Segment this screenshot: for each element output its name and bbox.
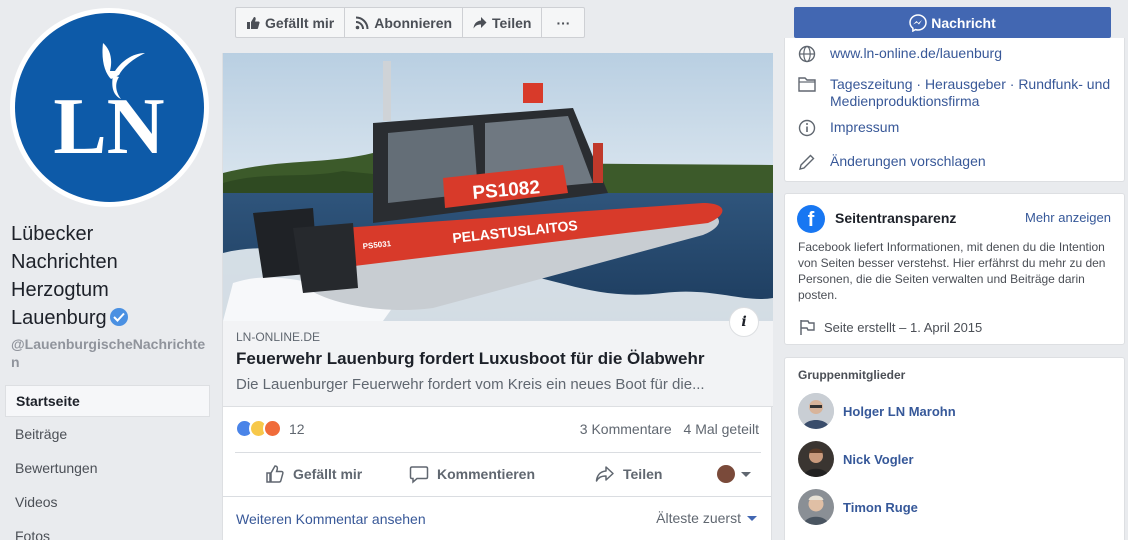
website-row: www.ln-online.de/lauenburg bbox=[797, 45, 1002, 63]
post-card: PELASTUSLAITOS PS5031 PS1082 LN-ONLINE.D… bbox=[222, 53, 773, 540]
member-item[interactable]: Nick Vogler bbox=[798, 441, 914, 477]
interact-as-selector[interactable] bbox=[717, 465, 751, 483]
comments-section: Weiteren Kommentar ansehen Älteste zuers… bbox=[223, 496, 771, 540]
members-title: Gruppenmitglieder bbox=[798, 368, 906, 382]
nav-item-videos[interactable]: Videos bbox=[5, 485, 210, 519]
angry-reaction-icon bbox=[263, 419, 282, 438]
post-like-label: Gefällt mir bbox=[293, 466, 363, 482]
chevron-down-icon bbox=[741, 471, 751, 477]
comment-sort-dropdown[interactable]: Älteste zuerst bbox=[656, 510, 757, 526]
page-created-text: Seite erstellt – 1. April 2015 bbox=[824, 319, 983, 335]
category-line: Medienproduktionsfirma bbox=[830, 93, 980, 109]
nav-item-startseite[interactable]: Startseite bbox=[5, 385, 210, 417]
avatar bbox=[798, 393, 834, 429]
share-arrow-icon bbox=[473, 16, 487, 28]
page-action-toolbar: Gefällt mir Abonnieren Teilen ··· bbox=[235, 7, 586, 38]
comment-sort-label: Älteste zuerst bbox=[656, 510, 741, 526]
page-transparency-card: f Seitentransparenz Mehr anzeigen Facebo… bbox=[784, 193, 1125, 345]
member-item[interactable]: Timon Ruge bbox=[798, 489, 918, 525]
about-card: www.ln-online.de/lauenburg Tageszeitung … bbox=[784, 38, 1125, 182]
member-name[interactable]: Holger LN Marohn bbox=[843, 404, 956, 419]
svg-text:LN: LN bbox=[53, 83, 164, 171]
messenger-icon bbox=[909, 13, 927, 32]
info-circle-icon bbox=[798, 119, 816, 137]
thumbs-up-icon bbox=[247, 16, 260, 29]
page-title: Lübecker Nachrichten Herzogtum Lauenburg bbox=[11, 220, 211, 332]
post-like-button[interactable]: Gefällt mir bbox=[265, 464, 362, 484]
link-description: Die Lauenburger Feuerwehr fordert vom Kr… bbox=[236, 376, 705, 393]
page-title-line: Herzogtum bbox=[11, 279, 109, 301]
chevron-down-icon bbox=[747, 515, 757, 521]
folder-icon bbox=[798, 77, 816, 92]
avatar bbox=[717, 465, 735, 483]
more-options-icon: ··· bbox=[556, 14, 571, 31]
category-line: Tageszeitung · Herausgeber · Rundfunk- u… bbox=[830, 76, 1111, 92]
suggest-edits-link[interactable]: Änderungen vorschlagen bbox=[830, 153, 986, 171]
nav-item-bewertungen[interactable]: Bewertungen bbox=[5, 451, 210, 485]
flag-icon bbox=[800, 320, 815, 335]
reaction-summary[interactable]: 12 bbox=[235, 419, 305, 438]
pencil-icon bbox=[799, 154, 815, 170]
post-share-button[interactable]: Teilen bbox=[595, 464, 662, 484]
share-outline-icon bbox=[595, 466, 614, 482]
transparency-description: Facebook liefert Informationen, mit dene… bbox=[798, 240, 1106, 302]
link-title[interactable]: Feuerwehr Lauenburg fordert Luxusboot fü… bbox=[236, 349, 704, 369]
share-page-label: Teilen bbox=[492, 14, 532, 31]
reaction-count: 12 bbox=[289, 420, 305, 437]
page-like-label: Gefällt mir bbox=[265, 14, 335, 31]
page-title-line: Nachrichten bbox=[11, 251, 118, 273]
member-name[interactable]: Nick Vogler bbox=[843, 452, 914, 467]
group-members-card: Gruppenmitglieder Holger LN Marohn Nick … bbox=[784, 357, 1125, 540]
facebook-logo-icon: f bbox=[797, 205, 825, 233]
member-item[interactable]: Holger LN Marohn bbox=[798, 393, 956, 429]
nav-item-fotos[interactable]: Fotos bbox=[5, 519, 210, 540]
category-links[interactable]: Tageszeitung · Herausgeber · Rundfunk- u… bbox=[830, 76, 1110, 110]
subscribe-label: Abonnieren bbox=[374, 14, 453, 31]
verified-badge-icon bbox=[109, 308, 128, 326]
post-link-image[interactable]: PELASTUSLAITOS PS5031 PS1082 bbox=[223, 53, 773, 321]
post-stats: 3 Kommentare 4 Mal geteilt bbox=[572, 421, 759, 437]
share-count-link[interactable]: 4 Mal geteilt bbox=[684, 421, 759, 437]
comment-label: Kommentieren bbox=[437, 466, 536, 482]
post-actions: Gefällt mir Kommentieren Teilen bbox=[235, 452, 761, 493]
thumbs-up-outline-icon bbox=[266, 465, 284, 483]
impressum-row: Impressum bbox=[797, 119, 899, 137]
avatar bbox=[798, 489, 834, 525]
ln-logo: LN bbox=[15, 13, 204, 202]
avatar bbox=[798, 441, 834, 477]
nav-item-beitraege[interactable]: Beiträge bbox=[5, 417, 210, 451]
member-name[interactable]: Timon Ruge bbox=[843, 500, 918, 515]
send-message-button[interactable]: Nachricht bbox=[794, 7, 1111, 38]
info-icon[interactable]: i bbox=[729, 307, 759, 337]
impressum-link[interactable]: Impressum bbox=[830, 119, 899, 137]
send-message-label: Nachricht bbox=[931, 14, 996, 31]
show-more-link[interactable]: Mehr anzeigen bbox=[1025, 210, 1111, 225]
post-share-label: Teilen bbox=[623, 466, 663, 482]
transparency-title: Seitentransparenz bbox=[835, 210, 957, 226]
link-domain: LN-ONLINE.DE bbox=[236, 330, 321, 344]
suggest-row: Änderungen vorschlagen bbox=[797, 153, 986, 171]
rss-icon bbox=[355, 16, 369, 29]
page-title-line: Lübecker bbox=[11, 223, 94, 245]
page-like-button[interactable]: Gefällt mir bbox=[236, 8, 346, 37]
page-created-row: Seite erstellt – 1. April 2015 bbox=[798, 318, 982, 336]
comment-button[interactable]: Kommentieren bbox=[409, 464, 535, 484]
rescue-boat-photo: PELASTUSLAITOS PS5031 PS1082 bbox=[223, 53, 773, 321]
comment-bubble-icon bbox=[409, 466, 429, 484]
category-row: Tageszeitung · Herausgeber · Rundfunk- u… bbox=[797, 76, 1110, 110]
left-column: LN Lübecker Nachrichten Herzogtum Lauenb… bbox=[0, 0, 216, 540]
subscribe-button[interactable]: Abonnieren bbox=[345, 8, 464, 37]
page-profile-picture[interactable]: LN bbox=[10, 8, 209, 207]
globe-icon bbox=[798, 45, 816, 63]
share-page-button[interactable]: Teilen bbox=[463, 8, 543, 37]
website-link[interactable]: www.ln-online.de/lauenburg bbox=[830, 45, 1002, 63]
view-more-comments-link[interactable]: Weiteren Kommentar ansehen bbox=[236, 511, 426, 527]
page-nav: Startseite Beiträge Bewertungen Videos F… bbox=[5, 385, 210, 540]
page-handle[interactable]: @LauenburgischeNachrichten bbox=[11, 335, 211, 371]
comment-count-link[interactable]: 3 Kommentare bbox=[580, 421, 672, 437]
page-title-line: Lauenburg bbox=[11, 304, 211, 332]
more-options-button[interactable]: ··· bbox=[542, 8, 584, 37]
link-preview[interactable]: LN-ONLINE.DE Feuerwehr Lauenburg fordert… bbox=[223, 321, 773, 407]
